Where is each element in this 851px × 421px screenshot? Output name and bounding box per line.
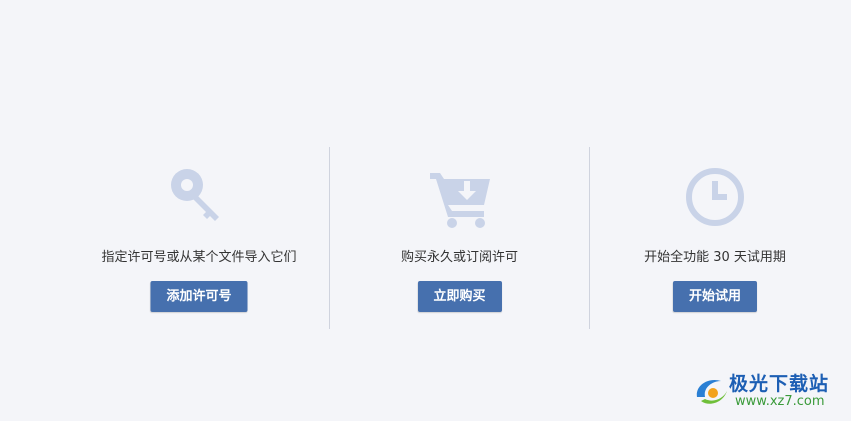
shopping-cart-icon — [428, 165, 492, 229]
option-start-trial: 开始全功能 30 天试用期 开始试用 — [590, 147, 840, 329]
option-description: 指定许可号或从某个文件导入它们 — [101, 250, 297, 265]
watermark-logo-icon — [691, 371, 731, 411]
option-description: 购买永久或订阅许可 — [400, 250, 518, 265]
clock-icon — [683, 165, 747, 229]
add-license-button[interactable]: 添加许可号 — [150, 281, 248, 312]
option-buy-now: 购买永久或订阅许可 立即购买 — [330, 147, 589, 329]
option-description: 开始全功能 30 天试用期 — [644, 250, 786, 265]
watermark-title: 极光下载站 — [729, 373, 830, 395]
buy-now-button[interactable]: 立即购买 — [417, 281, 502, 312]
watermark-url: www.xz7.com — [735, 394, 825, 409]
option-add-license: 指定许可号或从某个文件导入它们 添加许可号 — [69, 147, 329, 329]
watermark: 极光下载站 www.xz7.com — [691, 369, 841, 413]
start-trial-button[interactable]: 开始试用 — [672, 281, 758, 312]
key-icon — [167, 165, 231, 229]
